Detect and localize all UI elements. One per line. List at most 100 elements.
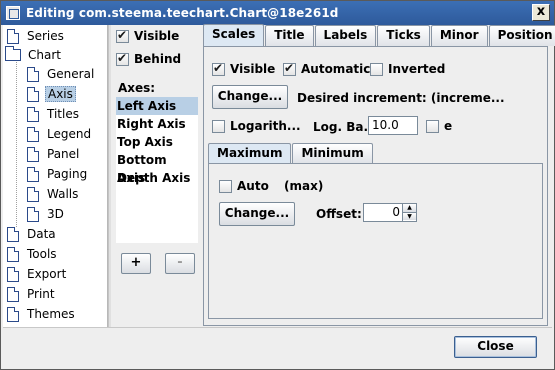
logarithmic-checkbox[interactable] <box>212 119 225 133</box>
visible-checkbox[interactable] <box>116 28 129 43</box>
inverted-row[interactable]: Inverted <box>370 62 445 76</box>
tree-item-label: Data <box>27 227 56 241</box>
document-icon <box>7 28 19 44</box>
tree-item-walls[interactable]: Walls <box>27 184 80 204</box>
tree-item-export[interactable]: Export <box>7 264 68 284</box>
limit-tabs: Maximum Minimum <box>208 143 374 164</box>
scales-panel: Visible Automatic Inverted Change... Des… <box>203 46 548 326</box>
behind-checkbox-row[interactable]: Behind <box>116 51 181 66</box>
tab-ticks[interactable]: Ticks <box>377 25 430 46</box>
tree-item-chart[interactable]: Chart <box>5 45 63 65</box>
tree-item-label: Export <box>27 267 67 281</box>
title-bar[interactable]: Editing com.steema.teechart.Chart@18e261… <box>1 1 554 25</box>
axes-title: Axes: <box>118 81 156 95</box>
folder-open-icon <box>5 46 21 61</box>
tree-guide-line <box>16 57 17 233</box>
tree-item-legend[interactable]: Legend <box>27 124 93 144</box>
document-icon <box>27 206 39 222</box>
tab-minimum[interactable]: Minimum <box>292 143 373 163</box>
tree-item-label: Tools <box>27 247 57 261</box>
tree-item-paging[interactable]: Paging <box>27 164 89 184</box>
document-icon <box>27 166 39 182</box>
tree-item-label: Panel <box>47 147 80 161</box>
tree-item-3d[interactable]: 3D <box>27 204 66 224</box>
tree-item-titles[interactable]: Titles <box>27 104 81 124</box>
visible-label: Visible <box>134 29 180 43</box>
tab-position[interactable]: Position <box>488 25 555 46</box>
auto-checkbox[interactable] <box>219 179 232 193</box>
automatic-checkbox[interactable] <box>283 61 296 76</box>
spinner-down-icon[interactable]: ▼ <box>403 212 416 220</box>
remove-axis-button[interactable]: - <box>165 253 195 274</box>
offset-value: 0 <box>392 205 400 219</box>
document-icon <box>27 86 39 102</box>
logarithmic-label: Logarith... <box>230 119 301 133</box>
axes-item-depth[interactable]: Depth Axis <box>116 169 198 187</box>
window-title: Editing com.steema.teechart.Chart@18e261… <box>26 6 339 20</box>
tree-item-label: Legend <box>47 127 92 141</box>
close-button[interactable]: Close <box>454 336 537 358</box>
document-icon <box>7 306 19 322</box>
e-checkbox[interactable] <box>426 119 439 133</box>
tab-title[interactable]: Title <box>265 25 314 46</box>
axes-item-top[interactable]: Top Axis <box>116 133 198 151</box>
scales-visible-checkbox[interactable] <box>212 61 225 76</box>
max-label: (max) <box>284 179 324 193</box>
tab-maximum[interactable]: Maximum <box>208 143 292 163</box>
visible-checkbox-row[interactable]: Visible <box>116 28 180 43</box>
document-icon <box>7 266 19 282</box>
increment-change-button[interactable]: Change... <box>212 85 288 109</box>
offset-label: Offset: <box>316 207 362 221</box>
document-icon <box>7 286 19 302</box>
navigation-tree: Series Chart General Axis Titles Legend … <box>3 25 108 327</box>
inverted-checkbox[interactable] <box>370 62 383 76</box>
app-icon <box>6 6 20 20</box>
spinner-arrows[interactable]: ▲ ▼ <box>402 204 416 221</box>
tree-item-series[interactable]: Series <box>7 26 66 46</box>
axes-item-bottom[interactable]: Bottom Axis <box>116 151 198 185</box>
desired-increment-label: Desired increment: (increme... <box>297 91 505 105</box>
tab-minor[interactable]: Minor <box>430 25 488 46</box>
tree-item-label: Titles <box>47 107 79 121</box>
document-icon <box>27 66 39 82</box>
log-base-field[interactable]: 10.0 <box>368 116 418 135</box>
tab-scales[interactable]: Scales <box>203 24 265 47</box>
document-icon <box>7 246 19 262</box>
e-row[interactable]: e <box>426 119 452 133</box>
tree-item-themes[interactable]: Themes <box>7 304 77 324</box>
maximum-change-button[interactable]: Change... <box>219 202 295 226</box>
behind-checkbox[interactable] <box>116 51 129 66</box>
tree-item-label: Series <box>27 29 64 43</box>
automatic-row[interactable]: Automatic <box>283 61 370 76</box>
tree-item-panel[interactable]: Panel <box>27 144 81 164</box>
add-axis-button[interactable]: + <box>121 253 151 274</box>
auto-label: Auto <box>237 179 269 193</box>
document-icon <box>27 126 39 142</box>
scales-visible-row[interactable]: Visible <box>212 61 275 76</box>
logarithmic-row[interactable]: Logarith... <box>212 119 301 133</box>
window-close-button[interactable]: x <box>532 4 550 21</box>
tree-item-label: Walls <box>47 187 79 201</box>
tree-item-axis[interactable]: Axis <box>27 84 76 104</box>
offset-spinner[interactable]: 0 ▲ ▼ <box>363 203 417 222</box>
tree-item-data[interactable]: Data <box>7 224 58 244</box>
maximum-panel: Auto (max) Change... Offset: 0 ▲ ▼ <box>208 163 543 319</box>
tree-item-general[interactable]: General <box>27 64 96 84</box>
spinner-up-icon[interactable]: ▲ <box>403 204 416 212</box>
axes-item-right[interactable]: Right Axis <box>116 115 198 133</box>
inverted-label: Inverted <box>388 62 446 76</box>
document-icon <box>7 226 19 242</box>
tree-item-print[interactable]: Print <box>7 284 57 304</box>
tab-labels[interactable]: Labels <box>314 25 377 46</box>
tree-item-label: Chart <box>28 48 61 62</box>
document-icon <box>27 106 39 122</box>
tree-item-label: Themes <box>27 307 75 321</box>
axes-list[interactable]: Left Axis Right Axis Top Axis Bottom Axi… <box>116 97 198 243</box>
tree-item-label: Paging <box>47 167 88 181</box>
footer-separator <box>3 327 552 328</box>
tree-item-label-selected: Axis <box>45 86 76 102</box>
tree-item-label: 3D <box>47 207 64 221</box>
tree-item-tools[interactable]: Tools <box>7 244 59 264</box>
auto-row[interactable]: Auto <box>219 179 269 193</box>
axes-item-left[interactable]: Left Axis <box>116 97 198 115</box>
